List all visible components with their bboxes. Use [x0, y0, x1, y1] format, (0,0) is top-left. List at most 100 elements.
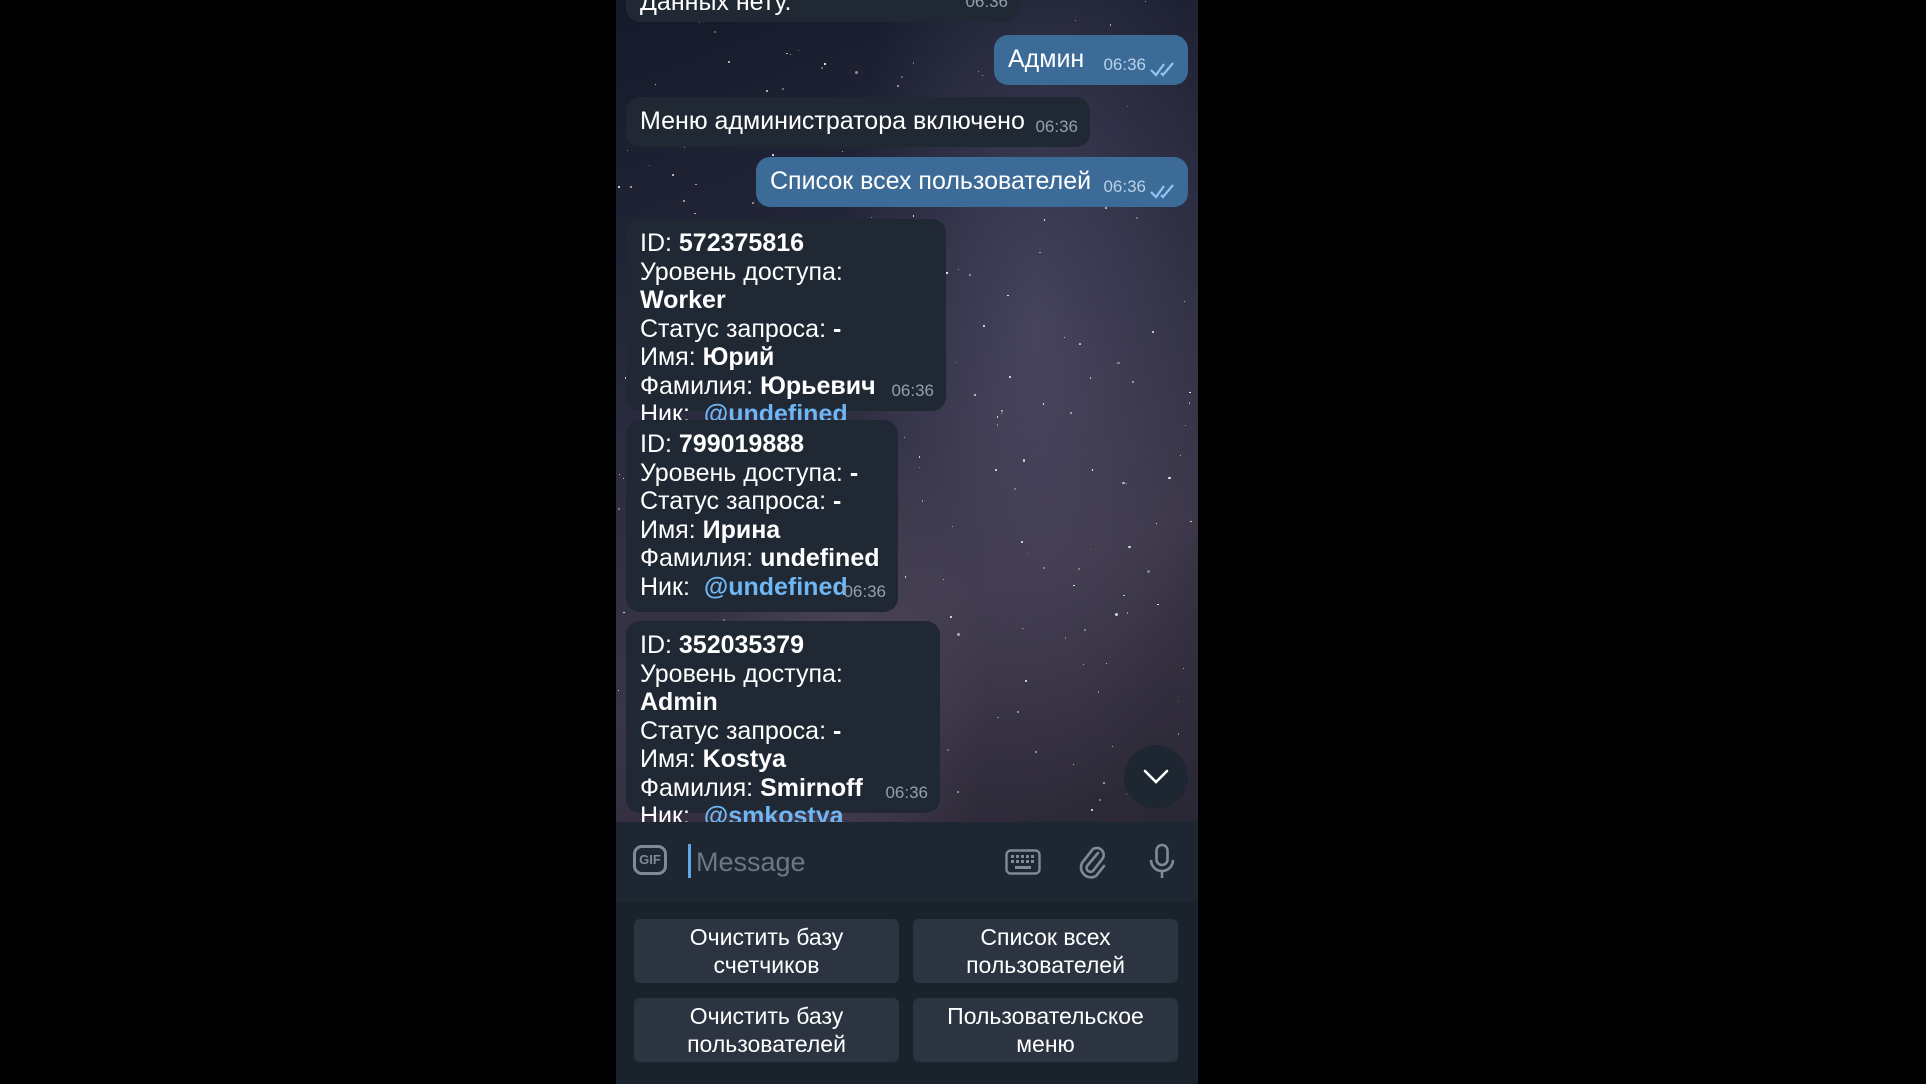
star-dot	[1123, 594, 1125, 597]
star-dot	[1189, 391, 1191, 394]
star-dot	[618, 473, 621, 475]
star-dot	[921, 500, 924, 502]
message-input[interactable]	[694, 840, 998, 884]
star-dot	[713, 30, 716, 33]
star-dot	[1014, 487, 1017, 490]
message-text: Меню администратора включено	[640, 107, 1025, 135]
user-surname-line: Фамилия: Smirnoff	[640, 773, 863, 802]
star-dot	[1180, 455, 1182, 457]
star-dot	[1131, 381, 1134, 384]
star-dot	[1009, 375, 1012, 378]
user-card-message[interactable]: ID: 572375816 Уровень доступа: Worker Ст…	[626, 219, 946, 428]
star-dot	[623, 612, 625, 614]
voice-record-button[interactable]	[1140, 840, 1184, 884]
message-text: Список всех пользователей	[770, 167, 1092, 195]
message-outgoing[interactable]: Список всех пользователей 06:36	[756, 157, 1188, 207]
star-dot	[618, 508, 620, 510]
message-time: 06:36	[965, 0, 1008, 11]
gif-icon[interactable]: GIF	[633, 845, 667, 875]
clear-counters-button[interactable]: Очистить базу счетчиков	[634, 919, 899, 983]
star-dot	[797, 49, 800, 51]
star-dot	[1177, 732, 1180, 735]
user-surname-line: Фамилия: Юрьевич	[640, 371, 876, 400]
message-text: Данных нету.	[640, 0, 792, 16]
star-dot	[904, 576, 907, 578]
chat-area[interactable]: Данных нету. 06:36 Админ 06:36 Меню адми…	[616, 0, 1198, 822]
star-dot	[1106, 662, 1108, 664]
user-level-line: Уровень доступа: Admin	[640, 659, 843, 717]
star-dot	[1077, 567, 1080, 570]
user-menu-button[interactable]: Пользовательское меню	[913, 998, 1178, 1062]
star-dot	[1103, 782, 1106, 784]
star-dot	[1109, 23, 1112, 26]
user-id-line: ID: 572375816	[640, 229, 805, 257]
star-dot	[1007, 294, 1009, 297]
star-dot	[682, 200, 685, 202]
microphone-icon	[1149, 843, 1175, 878]
keyboard-toggle-button[interactable]	[1001, 840, 1045, 884]
star-dot	[1043, 403, 1045, 405]
star-dot	[974, 393, 977, 396]
message-outgoing[interactable]: Админ 06:36	[994, 35, 1188, 85]
star-dot	[1089, 548, 1091, 550]
star-dot	[1182, 667, 1185, 670]
list-all-users-button[interactable]: Список всех пользователей	[913, 919, 1178, 983]
star-dot	[1121, 481, 1125, 485]
star-dot	[1097, 691, 1100, 694]
user-level-line: Уровень доступа: Worker	[640, 257, 843, 315]
star-dot	[694, 212, 696, 215]
message-incoming[interactable]: Данных нету. 06:36	[626, 0, 1020, 22]
star-dot	[981, 75, 984, 77]
username-link[interactable]: @undefined	[704, 573, 848, 601]
star-dot	[955, 361, 958, 364]
star-dot	[996, 416, 999, 418]
message-time: 06:36	[1103, 176, 1146, 196]
paperclip-icon	[1079, 846, 1106, 879]
star-dot	[766, 89, 768, 92]
user-card-message[interactable]: ID: 352035379 Уровень доступа: Admin Ста…	[626, 621, 940, 822]
star-dot	[912, 62, 915, 65]
star-dot	[1064, 637, 1066, 639]
star-dot	[1043, 566, 1046, 569]
star-dot	[824, 63, 826, 65]
star-dot	[918, 466, 920, 469]
user-status-line: Статус запроса: -	[640, 487, 842, 515]
double-check-icon	[1150, 184, 1174, 199]
star-dot	[1168, 476, 1171, 480]
user-level-line: Уровень доступа: -	[640, 458, 859, 487]
scroll-down-button[interactable]	[1124, 745, 1188, 809]
text-caret	[688, 844, 691, 878]
star-dot	[855, 70, 859, 74]
star-dot	[694, 183, 697, 186]
star-dot	[1091, 809, 1093, 811]
star-dot	[654, 83, 657, 86]
bot-reply-keyboard: Очистить базу счетчиков Список всех поль…	[616, 902, 1198, 1084]
star-dot	[617, 690, 619, 692]
username-link[interactable]: @smkostya	[704, 802, 844, 822]
star-dot	[752, 201, 754, 204]
double-check-icon	[1150, 62, 1174, 77]
star-dot	[951, 526, 954, 528]
star-dot	[957, 268, 960, 270]
user-status-line: Статус запроса: -	[640, 716, 842, 745]
keyboard-icon	[1005, 849, 1041, 875]
clear-users-button[interactable]: Очистить базу пользователей	[634, 998, 899, 1062]
star-dot	[1043, 218, 1046, 221]
message-time: 06:36	[1035, 116, 1078, 136]
star-dot	[900, 76, 903, 79]
star-dot	[1152, 330, 1155, 333]
star-dot	[969, 273, 972, 276]
star-dot	[1091, 469, 1094, 471]
star-dot	[983, 325, 986, 327]
phone-screen: Данных нету. 06:36 Админ 06:36 Меню адми…	[616, 0, 1198, 1084]
star-dot	[728, 60, 731, 63]
star-dot	[896, 85, 900, 88]
star-dot	[1183, 301, 1186, 303]
chevron-down-icon	[1143, 769, 1169, 784]
star-dot	[997, 716, 999, 719]
star-dot	[684, 146, 686, 149]
attach-button[interactable]	[1071, 840, 1115, 884]
star-dot	[1028, 552, 1030, 554]
message-incoming[interactable]: Меню администратора включено 06:36	[626, 97, 1090, 147]
user-card-message[interactable]: ID: 799019888 Уровень доступа: - Статус …	[626, 420, 898, 612]
